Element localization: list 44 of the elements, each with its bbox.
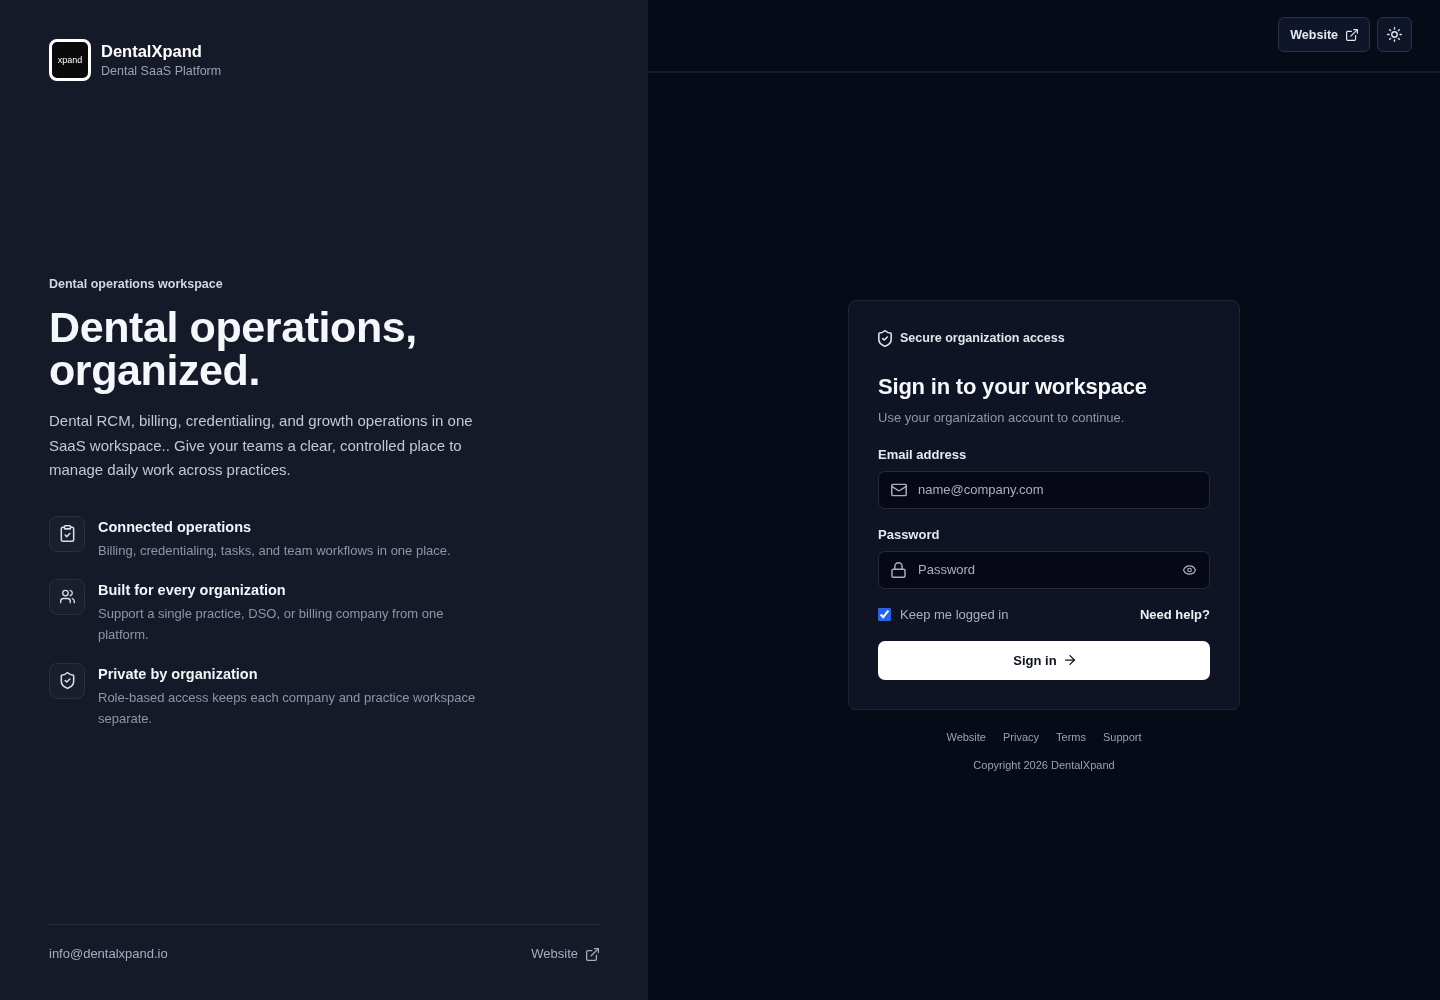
- field-label: Email address: [878, 445, 968, 464]
- brand-logo: xpand: [49, 39, 91, 81]
- feature-description: Role-based access keeps each company and practice workspace separate.: [98, 688, 477, 728]
- contact-email: info@dentalxpand.io: [49, 945, 168, 963]
- footer-link[interactable]: Support: [1103, 729, 1142, 744]
- clipboard-check-icon: [49, 515, 85, 552]
- external-link-icon: [586, 947, 599, 961]
- feature-title: Connected operations: [98, 517, 253, 537]
- help-link[interactable]: Need help?: [1139, 605, 1210, 624]
- field-label: Password: [878, 525, 941, 544]
- eyebrow-text: Dental operations workspace: [49, 276, 223, 293]
- arrow-right-icon: [1064, 655, 1075, 665]
- remember-label: Keep me logged in: [900, 605, 1009, 624]
- footer-link[interactable]: Privacy: [1003, 729, 1040, 744]
- signin-title: Sign in to your workspace: [878, 372, 1148, 401]
- sun-icon: [1387, 27, 1402, 42]
- eye-icon: [1183, 564, 1196, 575]
- footer-link[interactable]: Website: [946, 729, 986, 744]
- feature-title: Built for every organization: [98, 580, 287, 600]
- signin-subtitle: Use your organization account to continue.: [878, 408, 1126, 427]
- external-link-icon: [1346, 28, 1358, 41]
- shield-check-icon: [878, 329, 892, 347]
- secure-access-label: Secure organization access: [900, 330, 1065, 346]
- remember-checkbox[interactable]: [878, 608, 891, 621]
- mail-icon: [891, 483, 907, 496]
- copyright-text: Copyright 2026 DentalXpand: [973, 757, 1115, 772]
- hero-headline: Dental operations, organized.: [49, 306, 418, 393]
- footer-link[interactable]: Terms: [1056, 729, 1086, 744]
- feature-description: Billing, credentialing, tasks, and team workflows in one place.: [98, 541, 452, 560]
- website-link[interactable]: Website: [531, 945, 599, 963]
- brand-tagline: Dental SaaS Platform: [101, 62, 222, 80]
- shield-check-icon: [49, 662, 85, 699]
- lock-icon: [891, 561, 906, 578]
- feature-description: Support a single practice, DSO, or billing company from one platform.: [98, 604, 445, 644]
- email-input[interactable]: name@company.com: [878, 470, 1210, 509]
- password-input[interactable]: Password: [878, 550, 1210, 589]
- users-icon: [49, 578, 85, 615]
- website-button[interactable]: Website: [1278, 17, 1370, 52]
- brand-name: DentalXpand: [101, 40, 203, 61]
- hero-description: Dental RCM, billing, credentialing, and growth operations in one SaaS workspace.. Give your teams a clear, controlled place to manage daily work across practices.: [49, 411, 474, 481]
- feature-title: Private by organization: [98, 664, 259, 684]
- theme-toggle-button[interactable]: [1377, 17, 1412, 52]
- show-password-button[interactable]: [1183, 564, 1196, 575]
- signin-button[interactable]: Sign in: [878, 640, 1210, 680]
